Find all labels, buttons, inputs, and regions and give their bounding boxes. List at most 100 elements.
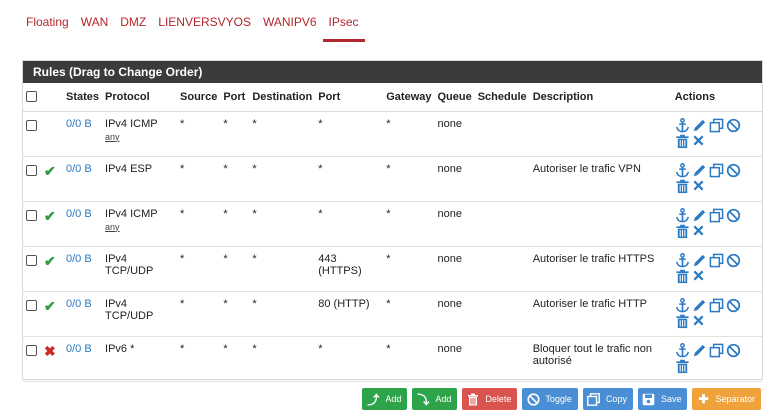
add-top-button[interactable]: ⤴ Add: [362, 388, 408, 410]
block-x-icon[interactable]: ✖: [44, 343, 56, 359]
states-link[interactable]: 0/0 B: [63, 111, 103, 157]
anchor-icon[interactable]: [675, 162, 691, 179]
ban-icon[interactable]: [726, 118, 742, 134]
source-cell: *: [177, 336, 221, 382]
tab-lienversvyos[interactable]: LIENVERSVYOS: [152, 0, 257, 44]
trash-icon[interactable]: [675, 269, 691, 285]
pass-check-icon[interactable]: ✔: [44, 163, 56, 179]
pencil-icon[interactable]: [692, 253, 708, 269]
delete-x-icon[interactable]: [692, 269, 708, 285]
delete-x-icon[interactable]: [692, 179, 708, 195]
col-queue: Queue: [434, 83, 475, 112]
states-link[interactable]: 0/0 B: [63, 156, 103, 202]
tab-wanipv6[interactable]: WANIPV6: [257, 0, 323, 44]
trash-icon[interactable]: [675, 224, 691, 240]
delete-button[interactable]: Delete: [462, 388, 518, 410]
anchor-icon[interactable]: [675, 297, 691, 314]
delete-x-icon[interactable]: [692, 134, 708, 150]
pass-check-icon[interactable]: ✔: [44, 253, 56, 269]
ban-icon[interactable]: [726, 298, 742, 314]
tab-ipsec[interactable]: IPsec: [322, 0, 365, 44]
actions-cell: [671, 111, 762, 157]
destination-cell: *: [249, 291, 316, 337]
schedule-cell: [474, 156, 530, 202]
icmp-subtype-link[interactable]: any: [105, 132, 174, 142]
dest-port-cell: *: [315, 111, 384, 157]
pencil-icon[interactable]: [692, 343, 708, 359]
table-row[interactable]: ✔ 0/0 B IPv4 TCP/UDP * * * 443 (HTTPS) * none Aut…: [23, 246, 762, 292]
trash-icon[interactable]: [675, 179, 691, 195]
delete-x-icon[interactable]: [692, 314, 708, 330]
pass-check-icon[interactable]: ✔: [44, 298, 56, 314]
anchor-icon[interactable]: [675, 342, 691, 359]
trash-icon: [465, 391, 481, 407]
row-checkbox[interactable]: [26, 299, 37, 311]
anchor-icon[interactable]: [675, 117, 691, 134]
schedule-cell: [474, 201, 530, 247]
copy-icon[interactable]: [709, 208, 725, 224]
trash-icon[interactable]: [675, 134, 691, 150]
anchor-icon[interactable]: [675, 252, 691, 269]
ban-icon[interactable]: [726, 163, 742, 179]
destination-cell: *: [249, 246, 316, 292]
tab-wan[interactable]: WAN: [75, 0, 115, 44]
table-row[interactable]: 0/0 B IPv4 ICMP any * * * * * none: [23, 111, 762, 157]
protocol-text: IPv4 TCP/UDP: [105, 252, 154, 277]
tab-floating[interactable]: Floating: [22, 0, 75, 44]
copy-icon[interactable]: [709, 298, 725, 314]
actions-cell: [671, 156, 762, 202]
pass-check-icon[interactable]: ✔: [44, 208, 56, 224]
pencil-icon[interactable]: [692, 163, 708, 179]
states-link[interactable]: 0/0 B: [63, 201, 103, 247]
table-row[interactable]: ✔ 0/0 B IPv4 ICMP any * * * * * none: [23, 201, 762, 247]
states-link[interactable]: 0/0 B: [63, 291, 103, 337]
queue-cell: none: [434, 111, 475, 157]
select-all-checkbox[interactable]: [26, 90, 37, 102]
pencil-icon[interactable]: [692, 208, 708, 224]
separator-button[interactable]: ✚ Separator: [692, 388, 761, 410]
add-bottom-button[interactable]: ⤵ Add: [412, 388, 458, 410]
row-checkbox[interactable]: [26, 254, 37, 266]
row-checkbox[interactable]: [26, 344, 37, 356]
protocol-cell: IPv4 TCP/UDP: [102, 291, 178, 337]
table-row[interactable]: ✔ 0/0 B IPv4 ESP * * * * * none Autoriser le traf…: [23, 156, 762, 202]
table-row[interactable]: ✖ 0/0 B IPv6 * * * * * * none Bloquer tout le tra…: [23, 336, 762, 382]
row-select-cell: [23, 201, 41, 247]
protocol-cell: IPv4 TCP/UDP: [102, 246, 178, 292]
schedule-cell: [474, 336, 530, 382]
states-link[interactable]: 0/0 B: [63, 246, 103, 292]
states-link[interactable]: 0/0 B: [63, 336, 103, 382]
toggle-button[interactable]: Toggle: [522, 388, 578, 410]
col-gateway: Gateway: [383, 83, 435, 112]
pencil-icon[interactable]: [692, 298, 708, 314]
save-button[interactable]: Save: [637, 388, 688, 410]
trash-icon[interactable]: [675, 314, 691, 330]
ban-icon[interactable]: [726, 208, 742, 224]
rules-table: States Protocol Source Port Destination …: [23, 83, 762, 382]
ban-icon[interactable]: [726, 253, 742, 269]
copy-icon[interactable]: [709, 118, 725, 134]
ban-icon[interactable]: [726, 343, 742, 359]
delete-x-icon[interactable]: [692, 224, 708, 240]
tab-dmz[interactable]: DMZ: [114, 0, 152, 44]
copy-icon[interactable]: [709, 163, 725, 179]
pencil-icon[interactable]: [692, 118, 708, 134]
ban-icon: [525, 391, 541, 407]
schedule-cell: [474, 111, 530, 157]
table-row[interactable]: ✔ 0/0 B IPv4 TCP/UDP * * * 80 (HTTP) * none Autor…: [23, 291, 762, 337]
source-cell: *: [177, 291, 221, 337]
anchor-icon[interactable]: [675, 207, 691, 224]
copy-icon[interactable]: [709, 253, 725, 269]
source-cell: *: [177, 201, 221, 247]
row-checkbox[interactable]: [26, 209, 37, 221]
protocol-cell: IPv6 *: [102, 336, 178, 382]
icmp-subtype-link[interactable]: any: [105, 222, 174, 232]
actions-cell: [671, 336, 762, 382]
copy-icon[interactable]: [709, 343, 725, 359]
trash-icon[interactable]: [675, 359, 691, 375]
row-select-cell: [23, 156, 41, 202]
row-checkbox[interactable]: [26, 119, 37, 131]
row-checkbox[interactable]: [26, 164, 37, 176]
copy-button[interactable]: Copy: [582, 388, 633, 410]
destination-cell: *: [249, 201, 316, 247]
